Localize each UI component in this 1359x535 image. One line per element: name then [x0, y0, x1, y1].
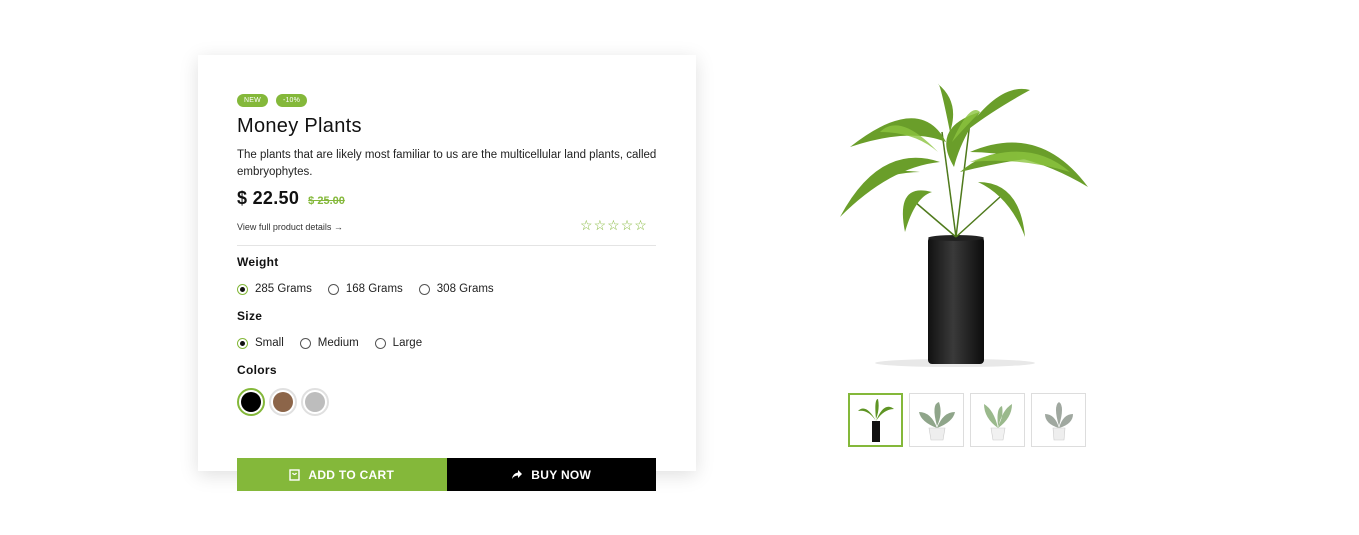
current-price: $ 22.50	[237, 188, 300, 208]
discount-badge: -10%	[275, 94, 308, 107]
plant-thumb-icon	[918, 402, 955, 441]
product-title: Money Plants	[237, 115, 362, 137]
thumbnail-gallery	[848, 393, 1086, 447]
potted-plant-image	[840, 83, 1088, 367]
action-buttons: ADD TO CART BUY NOW	[237, 458, 656, 491]
badge-group: NEW -10%	[237, 94, 308, 107]
color-swatch-black[interactable]	[237, 388, 265, 416]
price-row: $ 22.50 $ 25.00	[237, 188, 345, 209]
plant-thumb-icon	[1044, 402, 1073, 441]
product-main-image	[820, 72, 1110, 372]
share-arrow-icon	[512, 470, 523, 479]
size-options: Small Medium Large	[237, 337, 438, 349]
size-option-label: Small	[255, 337, 284, 349]
radio-checked-icon[interactable]	[237, 283, 248, 295]
add-to-cart-label: ADD TO CART	[308, 467, 395, 482]
size-option-medium[interactable]: Medium	[299, 337, 359, 349]
old-price: $ 25.00	[308, 195, 345, 207]
product-description: The plants that are likely most familiar…	[237, 149, 657, 178]
star-icon[interactable]: ☆	[634, 217, 647, 233]
weight-option-label: 285 Grams	[255, 283, 312, 295]
size-option-small[interactable]: Small	[237, 337, 284, 349]
product-card: NEW -10% Money Plants The plants that ar…	[198, 55, 696, 471]
thumbnail-1[interactable]	[848, 393, 903, 447]
star-icon[interactable]: ☆	[580, 217, 593, 233]
star-icon[interactable]: ☆	[594, 217, 607, 233]
size-label: Size	[237, 309, 263, 323]
weight-option-label: 308 Grams	[436, 283, 494, 295]
rating-stars[interactable]: ☆ ☆ ☆ ☆ ☆	[580, 217, 647, 233]
weight-option-308[interactable]: 308 Grams	[418, 283, 494, 295]
thumbnail-3[interactable]	[970, 393, 1025, 447]
view-details-link[interactable]: View full product details →	[237, 222, 343, 232]
weight-options: 285 Grams 168 Grams 308 Grams	[237, 283, 510, 295]
plant-thumb-icon	[983, 404, 1012, 441]
thumbnail-2[interactable]	[909, 393, 964, 447]
colors-label: Colors	[237, 363, 277, 377]
star-icon[interactable]: ☆	[621, 217, 634, 233]
star-icon[interactable]: ☆	[607, 217, 620, 233]
weight-label: Weight	[237, 255, 279, 269]
thumbnail-4[interactable]	[1031, 393, 1086, 447]
new-badge: NEW	[237, 94, 268, 107]
color-swatch-brown[interactable]	[269, 388, 297, 416]
radio-checked-icon[interactable]	[237, 337, 248, 349]
size-option-label: Large	[392, 337, 423, 349]
radio-icon[interactable]	[418, 283, 430, 295]
divider	[237, 245, 656, 246]
swatch-dot	[305, 392, 325, 412]
radio-icon[interactable]	[327, 283, 339, 295]
weight-option-285[interactable]: 285 Grams	[237, 283, 312, 295]
buy-now-label: BUY NOW	[531, 467, 592, 482]
swatch-dot	[273, 392, 293, 412]
radio-icon[interactable]	[374, 337, 386, 349]
weight-option-168[interactable]: 168 Grams	[327, 283, 403, 295]
color-swatch-grey[interactable]	[301, 388, 329, 416]
radio-icon[interactable]	[299, 337, 311, 349]
bag-icon	[289, 468, 301, 481]
color-swatches	[237, 388, 329, 416]
size-option-label: Medium	[317, 337, 359, 349]
buy-now-button[interactable]: BUY NOW	[446, 458, 656, 491]
add-to-cart-button[interactable]: ADD TO CART	[237, 458, 447, 491]
weight-option-label: 168 Grams	[345, 283, 403, 295]
plant-thumb-icon	[857, 399, 894, 442]
swatch-dot	[241, 392, 261, 412]
size-option-large[interactable]: Large	[374, 337, 423, 349]
